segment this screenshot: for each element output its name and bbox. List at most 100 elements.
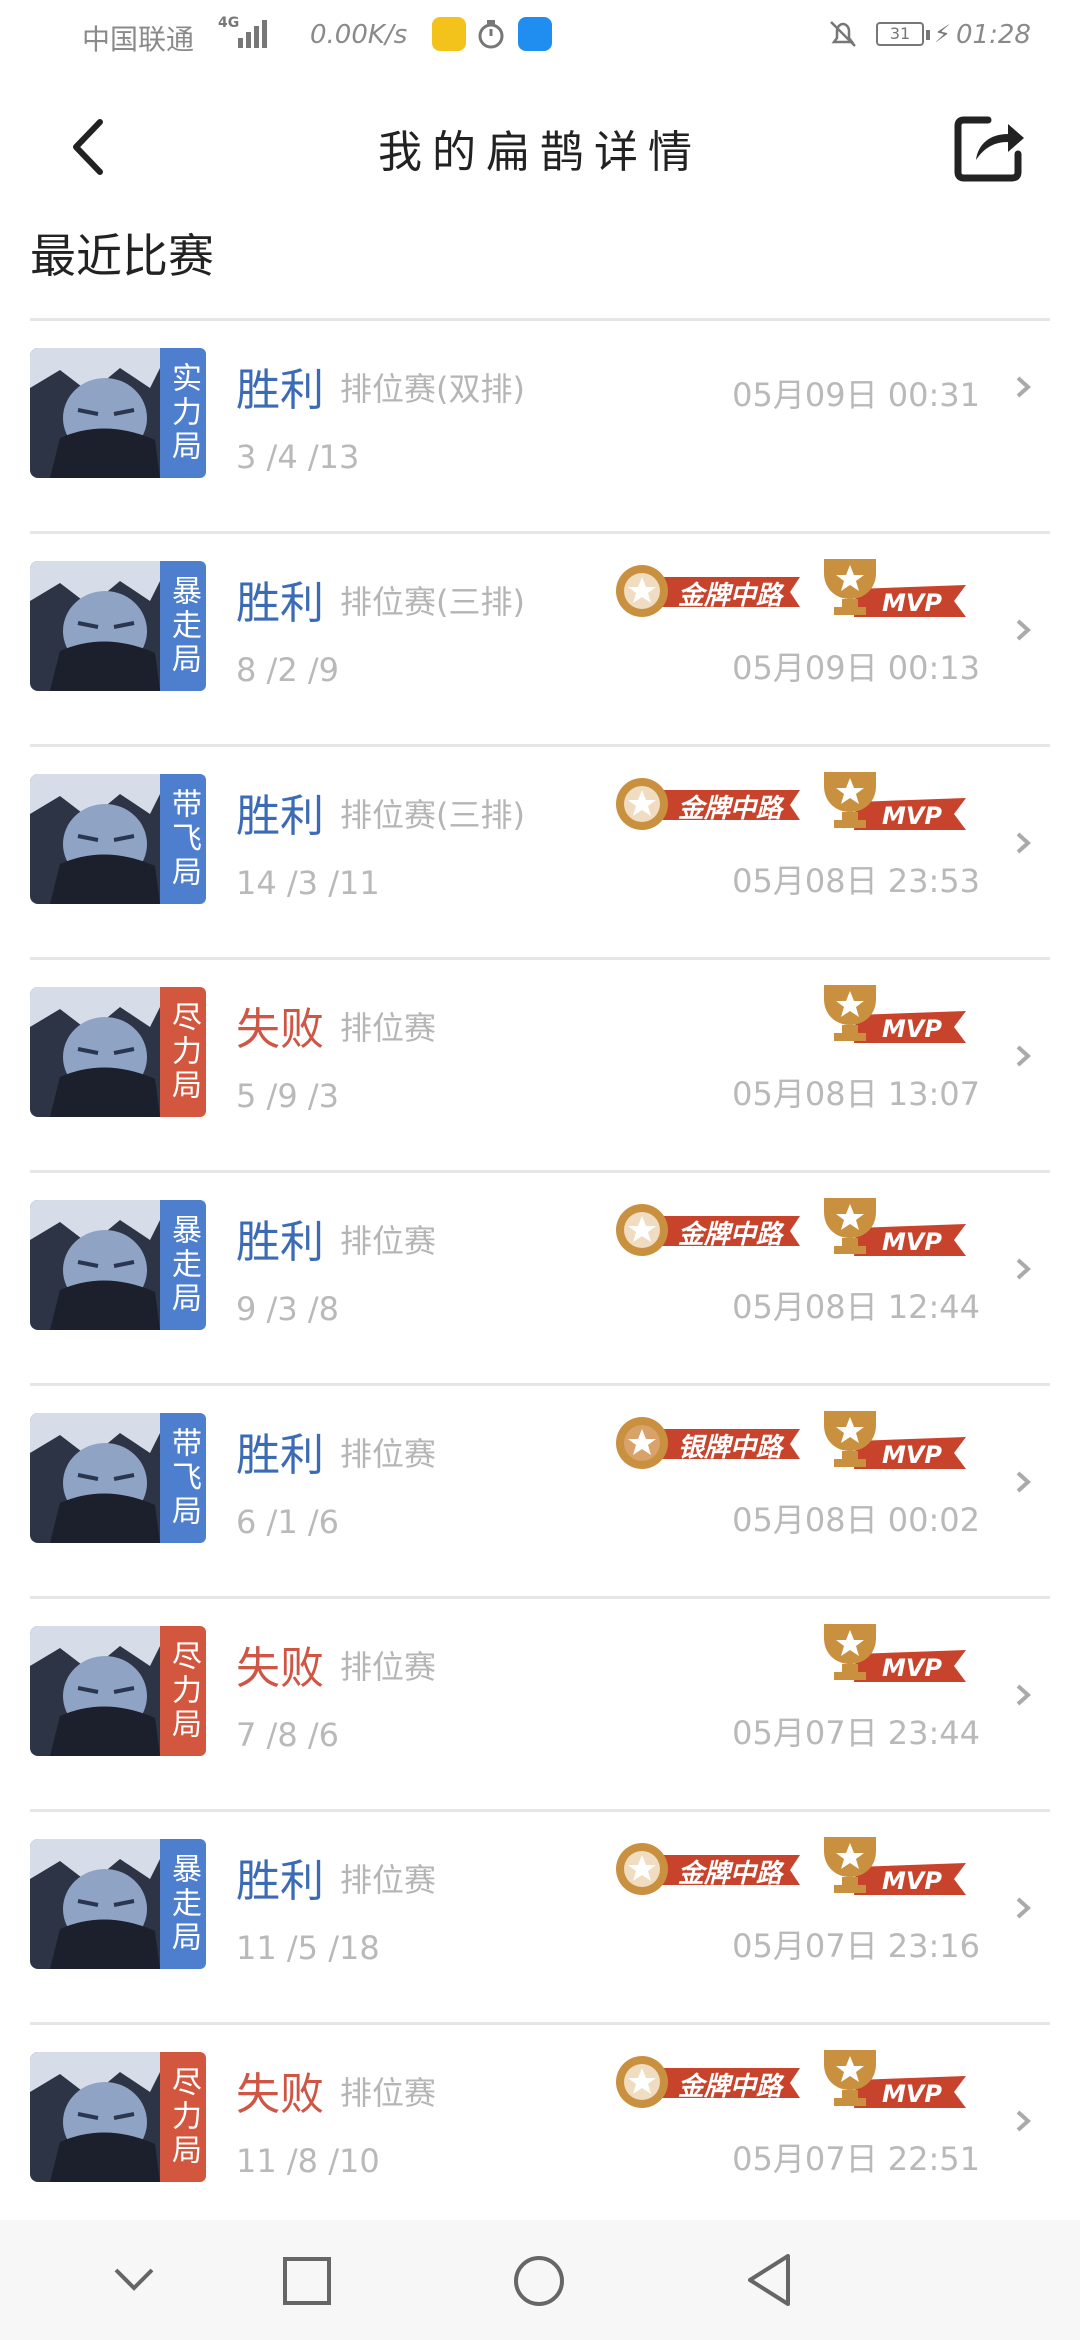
match-mode: 排位赛(三排) (340, 583, 525, 621)
kda-score: 9 /3 /8 (236, 1290, 339, 1328)
match-mode: 排位赛(三排) (340, 796, 525, 834)
position-medal-badge: 银牌中路 (608, 1411, 804, 1475)
svg-text:MVP: MVP (882, 1441, 942, 1469)
position-medal-label: 金牌中路 (678, 2072, 783, 2102)
circle-icon[interactable] (512, 2254, 566, 2308)
match-time: 05月07日 23:44 (732, 1714, 980, 1752)
position-medal-badge: 金牌中路 (608, 1198, 804, 1262)
match-time: 05月09日 00:13 (732, 649, 980, 687)
chevron-right-icon[interactable] (1012, 1680, 1036, 1710)
match-time: 05月07日 22:51 (732, 2140, 980, 2178)
position-medal-badge: 金牌中路 (608, 559, 804, 623)
position-medal-label: 金牌中路 (678, 1859, 783, 1889)
square-icon[interactable] (282, 2256, 332, 2306)
mvp-badge: MVP (820, 981, 970, 1045)
performance-tag: 尽力局 (160, 1626, 206, 1756)
match-row[interactable]: 尽力局 失败 排位赛 5 /9 /3 05月08日 13:07 MVP (30, 957, 1050, 1167)
chevron-right-icon[interactable] (1012, 1254, 1036, 1284)
performance-tag: 实力局 (160, 348, 206, 478)
signal-icon (238, 20, 267, 48)
svg-text:MVP: MVP (882, 2080, 942, 2108)
match-row[interactable]: 尽力局 失败 排位赛 11 /8 /10 05月07日 22:51 金牌中路 MVP (30, 2022, 1050, 2232)
performance-tag: 暴走局 (160, 1200, 206, 1330)
match-mode: 排位赛 (340, 2074, 437, 2112)
match-time: 05月08日 13:07 (732, 1075, 980, 1113)
chevron-right-icon[interactable] (1012, 1893, 1036, 1923)
nav-bar (0, 2220, 1080, 2340)
performance-tag: 尽力局 (160, 2052, 206, 2182)
carrier-label: 中国联通 (82, 23, 195, 56)
mvp-badge: MVP (820, 555, 970, 619)
match-result: 胜利 (236, 1856, 324, 1907)
match-result: 胜利 (236, 1430, 324, 1481)
svg-text:MVP: MVP (882, 1228, 942, 1256)
kda-score: 3 /4 /13 (236, 438, 360, 476)
match-mode: 排位赛 (340, 1222, 437, 1260)
match-row[interactable]: 实力局 胜利 排位赛(双排) 3 /4 /13 05月09日 00:31 (30, 318, 1050, 528)
kda-score: 5 /9 /3 (236, 1077, 339, 1115)
chevron-right-icon[interactable] (1012, 372, 1036, 402)
kda-score: 7 /8 /6 (236, 1716, 339, 1754)
performance-tag: 暴走局 (160, 1839, 206, 1969)
chevron-right-icon[interactable] (1012, 1041, 1036, 1071)
chevron-right-icon[interactable] (1012, 2106, 1036, 2136)
match-time: 05月07日 23:16 (732, 1927, 980, 1965)
section-title: 最近比赛 (30, 229, 214, 283)
match-mode: 排位赛 (340, 1435, 437, 1473)
triangle-back-icon[interactable] (744, 2252, 794, 2308)
battery-indicator: 31 (876, 22, 930, 46)
share-icon[interactable] (950, 108, 1030, 188)
mvp-badge: MVP (820, 768, 970, 832)
kda-score: 11 /8 /10 (236, 2142, 380, 2180)
match-row[interactable]: 暴走局 胜利 排位赛(三排) 8 /2 /9 05月09日 00:13 金牌中路 MVP (30, 531, 1050, 741)
match-mode: 排位赛 (340, 1648, 437, 1686)
mvp-badge: MVP (820, 2046, 970, 2110)
match-result: 失败 (236, 1004, 324, 1055)
network-speed: 0.00K/s (310, 20, 408, 50)
kda-score: 11 /5 /18 (236, 1929, 380, 1967)
svg-text:MVP: MVP (882, 1654, 942, 1682)
stopwatch-icon (478, 20, 504, 49)
chevron-right-icon[interactable] (1012, 615, 1036, 645)
chevron-right-icon[interactable] (1012, 1467, 1036, 1497)
header: 我的扁鹊详情 (0, 72, 1080, 222)
kda-score: 6 /1 /6 (236, 1503, 339, 1541)
match-result: 胜利 (236, 791, 324, 842)
mvp-badge: MVP (820, 1407, 970, 1471)
svg-text:MVP: MVP (882, 589, 942, 617)
position-medal-label: 金牌中路 (678, 1220, 783, 1250)
position-medal-badge: 金牌中路 (608, 1837, 804, 1901)
match-row[interactable]: 带飞局 胜利 排位赛(三排) 14 /3 /11 05月08日 23:53 金牌中路 MVP (30, 744, 1050, 954)
position-medal-label: 金牌中路 (678, 794, 783, 824)
match-mode: 排位赛 (340, 1009, 437, 1047)
match-mode: 排位赛 (340, 1861, 437, 1899)
hotspot-icon (518, 17, 552, 51)
position-medal-badge: 金牌中路 (608, 2050, 804, 2114)
match-row[interactable]: 暴走局 胜利 排位赛 9 /3 /8 05月08日 12:44 金牌中路 MVP (30, 1170, 1050, 1380)
performance-tag: 尽力局 (160, 987, 206, 1117)
performance-tag: 带飞局 (160, 1413, 206, 1543)
match-result: 胜利 (236, 365, 324, 416)
match-mode: 排位赛(双排) (340, 370, 525, 408)
performance-tag: 带飞局 (160, 774, 206, 904)
page-title: 我的扁鹊详情 (378, 127, 702, 178)
performance-tag: 暴走局 (160, 561, 206, 691)
kda-score: 8 /2 /9 (236, 651, 339, 689)
match-time: 05月09日 00:31 (732, 376, 980, 414)
chevron-right-icon[interactable] (1012, 828, 1036, 858)
match-row[interactable]: 尽力局 失败 排位赛 7 /8 /6 05月07日 23:44 MVP (30, 1596, 1050, 1806)
svg-text:MVP: MVP (882, 1867, 942, 1895)
position-medal-badge: 金牌中路 (608, 772, 804, 836)
match-row[interactable]: 带飞局 胜利 排位赛 6 /1 /6 05月08日 00:02 银牌中路 MVP (30, 1383, 1050, 1593)
match-result: 胜利 (236, 578, 324, 629)
app-notification-icon (432, 17, 466, 51)
charging-icon: ⚡ (934, 20, 951, 48)
match-row[interactable]: 暴走局 胜利 排位赛 11 /5 /18 05月07日 23:16 金牌中路 MVP (30, 1809, 1050, 2019)
match-time: 05月08日 00:02 (732, 1501, 980, 1539)
mvp-badge: MVP (820, 1620, 970, 1684)
match-result: 失败 (236, 1643, 324, 1694)
status-bar: 中国联通 4G 0.00K/s 31 ⚡ 01:28 (0, 0, 1080, 72)
chevron-down-icon[interactable] (112, 2264, 156, 2294)
mvp-badge: MVP (820, 1194, 970, 1258)
svg-text:MVP: MVP (882, 1015, 942, 1043)
